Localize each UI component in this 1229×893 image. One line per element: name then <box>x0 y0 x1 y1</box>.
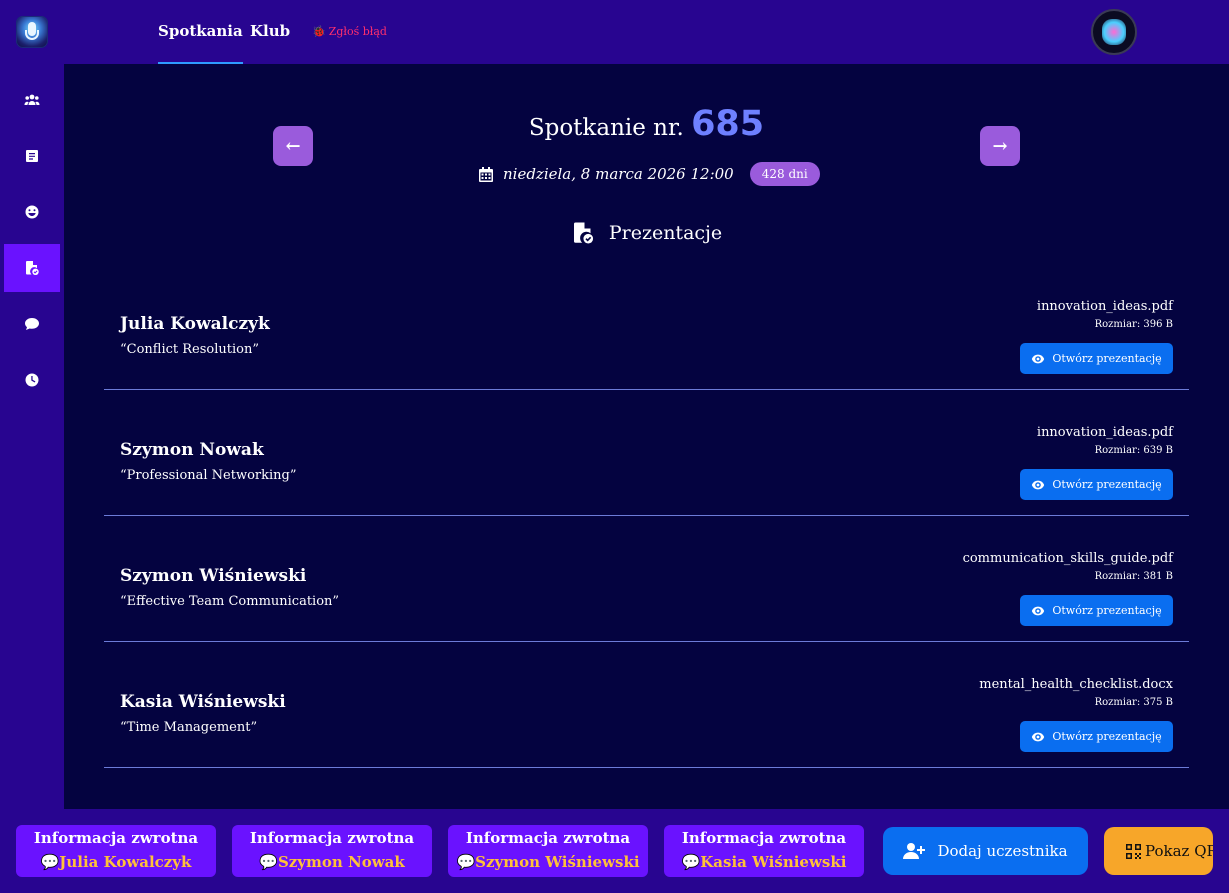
sidebar-item-reactions[interactable] <box>4 188 60 236</box>
file-size: Rozmiar: 639 B <box>1094 445 1173 456</box>
app-logo-icon[interactable] <box>16 16 48 48</box>
feedback-label: Informacja zwrotna <box>681 829 847 847</box>
smile-icon <box>25 205 39 219</box>
file-check-icon <box>573 222 593 244</box>
comment-icon: 💬 <box>40 853 60 871</box>
page-title: Spotkanie nr. 685 <box>64 104 1229 144</box>
bug-icon: 🐞 <box>312 25 326 38</box>
feedback-label: Informacja zwrotna <box>249 829 415 847</box>
presentation-topic: “Conflict Resolution” <box>120 342 259 357</box>
comment-icon: 💬 <box>259 853 278 871</box>
comment-icon: 💬 <box>456 853 476 871</box>
comment-icon <box>25 318 39 330</box>
file-size: Rozmiar: 375 B <box>1094 697 1173 708</box>
feedback-name: 💬Julia Kowalczyk <box>16 853 216 871</box>
open-presentation-button[interactable]: Otwórz prezentację <box>1020 343 1173 374</box>
meeting-date: niedziela, 8 marca 2026 12:00 <box>503 165 734 183</box>
feedback-person: Szymon Nowak <box>277 853 405 871</box>
speaker-name: Julia Kowalczyk <box>120 314 270 334</box>
feedback-person: Szymon Wiśniewski <box>475 853 640 871</box>
add-participant-button[interactable]: Dodaj uczestnika <box>883 827 1088 875</box>
presentation-topic: “Effective Team Communication” <box>120 594 340 609</box>
top-bar: Spotkania Klub 🐞 Zgłoś błąd <box>0 0 1229 64</box>
open-presentation-button[interactable]: Otwórz prezentację <box>1020 595 1173 626</box>
feedback-button-julia[interactable]: Informacja zwrotna 💬Julia Kowalczyk <box>16 825 216 877</box>
tab-klub[interactable]: Klub <box>250 22 290 40</box>
file-name: innovation_ideas.pdf <box>1036 299 1173 314</box>
file-name: communication_skills_guide.pdf <box>962 551 1173 566</box>
open-presentation-button[interactable]: Otwórz prezentację <box>1020 469 1173 500</box>
meeting-date-row: niedziela, 8 marca 2026 12:00 428 dni <box>479 160 820 188</box>
tab-spotkania[interactable]: Spotkania <box>158 22 243 64</box>
sidebar-item-users[interactable] <box>4 76 60 124</box>
meeting-title-prefix: Spotkanie nr. <box>528 115 684 141</box>
open-presentation-label: Otwórz prezentację <box>1052 730 1162 743</box>
eye-icon <box>1032 606 1045 615</box>
feedback-name: 💬Szymon Nowak <box>232 853 432 871</box>
feedback-name: 💬Kasia Wiśniewski <box>664 853 864 871</box>
speaker-name: Szymon Wiśniewski <box>120 566 307 586</box>
user-plus-icon <box>903 843 926 859</box>
feedback-name: 💬Szymon Wiśniewski <box>448 853 648 871</box>
feedback-person: Kasia Wiśniewski <box>700 853 847 871</box>
days-badge: 428 dni <box>749 162 820 186</box>
eye-icon <box>1032 732 1045 741</box>
show-qr-button[interactable]: Pokaz QR <box>1104 827 1213 875</box>
feedback-button-szymon-wisniewski[interactable]: Informacja zwrotna 💬Szymon Wiśniewski <box>448 825 648 877</box>
presentation-row: Julia Kowalczyk “Conflict Resolution” in… <box>104 264 1189 390</box>
open-presentation-button[interactable]: Otwórz prezentację <box>1020 721 1173 752</box>
sidebar-item-comments[interactable] <box>4 300 60 348</box>
presentation-row: Szymon Nowak “Professional Networking” i… <box>104 390 1189 516</box>
file-check-icon <box>26 261 39 275</box>
file-size: Rozmiar: 381 B <box>1094 571 1173 582</box>
presentation-row: Kasia Wiśniewski “Time Management” menta… <box>104 642 1189 768</box>
users-icon <box>24 94 40 105</box>
qr-code-icon <box>1126 843 1141 859</box>
comment-icon: 💬 <box>681 853 701 871</box>
report-bug-link[interactable]: 🐞 Zgłoś błąd <box>312 25 387 38</box>
eye-icon <box>1032 354 1045 363</box>
file-name: mental_health_checklist.docx <box>979 677 1173 692</box>
speaker-name: Kasia Wiśniewski <box>120 692 286 712</box>
calendar-icon <box>479 166 493 182</box>
clipboard-icon <box>26 150 38 162</box>
sidebar-item-presentations[interactable] <box>4 244 60 292</box>
feedback-button-szymon-nowak[interactable]: Informacja zwrotna 💬Szymon Nowak <box>232 825 432 877</box>
report-bug-label: Zgłoś błąd <box>328 25 387 38</box>
speaker-name: Szymon Nowak <box>120 440 264 460</box>
file-size: Rozmiar: 396 B <box>1094 319 1173 330</box>
presentation-row: Szymon Wiśniewski “Effective Team Commun… <box>104 516 1189 642</box>
open-presentation-label: Otwórz prezentację <box>1052 478 1162 491</box>
presentation-topic: “Time Management” <box>120 720 258 735</box>
sidebar-item-history[interactable] <box>4 356 60 404</box>
feedback-button-kasia[interactable]: Informacja zwrotna 💬Kasia Wiśniewski <box>664 825 864 877</box>
sidebar <box>0 64 64 809</box>
add-participant-label: Dodaj uczestnika <box>937 842 1068 860</box>
section-title: Prezentacje <box>64 221 1229 245</box>
feedback-label: Informacja zwrotna <box>465 829 631 847</box>
meeting-number: 685 <box>691 104 765 144</box>
show-qr-label: Pokaz QR <box>1145 842 1213 860</box>
feedback-label: Informacja zwrotna <box>33 829 199 847</box>
feedback-person: Julia Kowalczyk <box>59 853 192 871</box>
clock-icon <box>25 373 39 387</box>
eye-icon <box>1032 480 1045 489</box>
presentation-topic: “Professional Networking” <box>120 468 297 483</box>
sidebar-item-agenda[interactable] <box>4 132 60 180</box>
open-presentation-label: Otwórz prezentację <box>1052 352 1162 365</box>
file-name: innovation_ideas.pdf <box>1036 425 1173 440</box>
main-panel: ← → Spotkanie nr. 685 niedziela, 8 marca… <box>64 64 1229 809</box>
avatar[interactable] <box>1091 9 1137 55</box>
section-title-label: Prezentacje <box>608 222 723 244</box>
open-presentation-label: Otwórz prezentację <box>1052 604 1162 617</box>
